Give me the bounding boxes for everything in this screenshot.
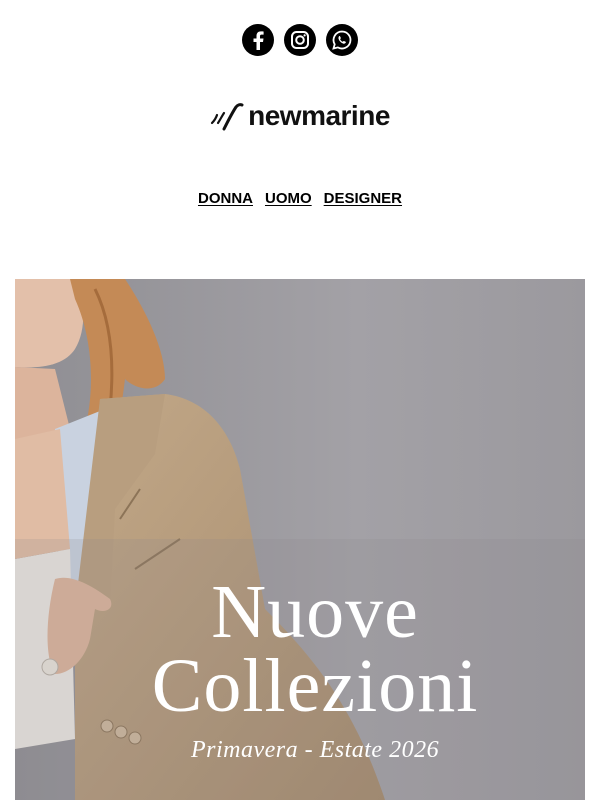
brand-logo[interactable]: newmarine: [0, 100, 600, 132]
main-nav: DONNA UOMO DESIGNER: [0, 190, 600, 207]
instagram-link[interactable]: [284, 24, 316, 56]
facebook-link[interactable]: [242, 24, 274, 56]
hero-title-line1: Nuove: [211, 570, 419, 654]
nav-link-designer[interactable]: DESIGNER: [324, 190, 402, 207]
whatsapp-icon: [332, 30, 352, 50]
hero-subtitle: Primavera - Estate 2026: [190, 737, 440, 763]
nav-link-uomo[interactable]: UOMO: [265, 190, 312, 207]
facebook-icon: [253, 31, 264, 50]
hero-banner[interactable]: Nuove Collezioni Primavera - Estate 2026: [15, 279, 585, 800]
newmarine-logo-mark: [211, 103, 244, 131]
brand-name: newmarine: [248, 100, 390, 131]
instagram-icon: [291, 31, 309, 49]
whatsapp-link[interactable]: [326, 24, 358, 56]
hero-title: Nuove Collezioni: [15, 574, 585, 724]
hero-title-line2: Collezioni: [151, 644, 479, 728]
nav-link-donna[interactable]: DONNA: [198, 190, 253, 207]
hero-text: Nuove Collezioni Primavera - Estate 2026: [15, 574, 585, 764]
social-links: [0, 24, 600, 56]
